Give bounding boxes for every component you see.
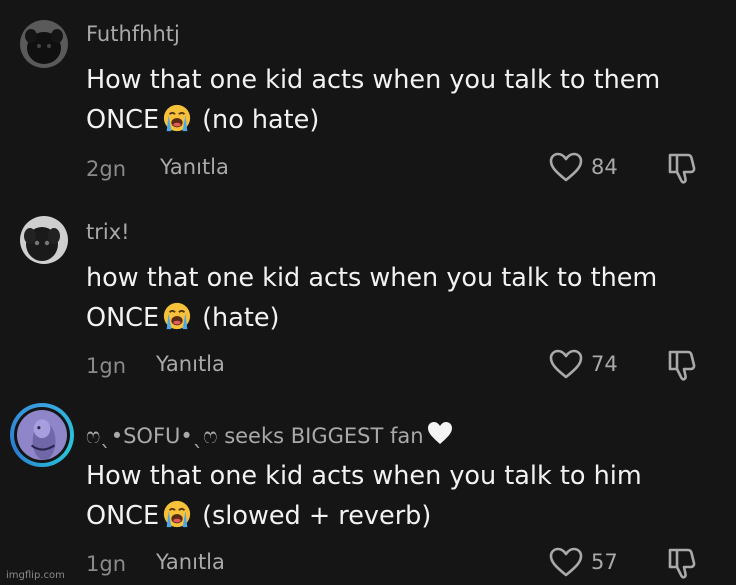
comment-word: ONCE: [86, 105, 160, 135]
dislike-button[interactable]: [664, 546, 700, 580]
reply-button[interactable]: Yanıtla: [160, 155, 229, 179]
comments-page: Futhfhhtj How that one kid acts when you…: [0, 0, 736, 585]
dislike-button[interactable]: [664, 151, 700, 185]
username-text: ෆˎ•SOFU•ˎෆ seeks BIGGEST fan: [86, 424, 424, 448]
username[interactable]: ෆˎ•SOFU•ˎෆ seeks BIGGEST fan: [86, 420, 454, 449]
avatar-story-ring[interactable]: [10, 403, 74, 467]
avatar-ring-inner: [14, 407, 70, 463]
like-count: 84: [591, 155, 618, 179]
heart-outline-icon: [549, 547, 583, 577]
comment-word: (no hate): [202, 105, 320, 135]
reply-button[interactable]: Yanıtla: [156, 550, 225, 574]
avatar: [17, 410, 67, 460]
heart-outline-icon: [549, 152, 583, 182]
loudly-crying-face-icon: [163, 302, 191, 330]
thumbs-down-icon: [668, 350, 696, 381]
comment-text: How that one kid acts when you talk to h…: [86, 456, 726, 536]
like-count: 74: [591, 352, 618, 376]
comment-word: ONCE: [86, 501, 160, 531]
heart-outline-icon: [549, 349, 583, 379]
comment-word: (hate): [202, 303, 280, 333]
loudly-crying-face-icon: [163, 500, 191, 528]
username[interactable]: Futhfhhtj: [86, 22, 180, 46]
white-heart-icon: [427, 422, 452, 444]
like-button[interactable]: 84: [548, 150, 618, 184]
avatar[interactable]: [20, 216, 68, 264]
thumbs-down-icon: [668, 153, 696, 184]
timestamp: 1gn: [86, 354, 127, 378]
thumbs-down-icon: [668, 548, 696, 579]
like-button[interactable]: 74: [548, 347, 618, 381]
watermark: imgflip.com: [6, 570, 65, 581]
like-count: 57: [591, 550, 618, 574]
comment-word: (slowed + reverb): [202, 501, 432, 531]
avatar[interactable]: [20, 20, 68, 68]
comment-line: ONCE (hate): [86, 298, 726, 338]
comment-line: ONCE (slowed + reverb): [86, 496, 726, 536]
dislike-button[interactable]: [664, 348, 700, 382]
comment-text: How that one kid acts when you talk to t…: [86, 60, 726, 140]
like-button[interactable]: 57: [548, 545, 618, 579]
comment-line: ONCE (no hate): [86, 100, 726, 140]
comment-line: How that one kid acts when you talk to h…: [86, 461, 642, 491]
comment-text: how that one kid acts when you talk to t…: [86, 258, 726, 338]
reply-button[interactable]: Yanıtla: [156, 352, 225, 376]
timestamp: 2gn: [86, 157, 127, 181]
comment-word: ONCE: [86, 303, 160, 333]
timestamp: 1gn: [86, 552, 127, 576]
comment-line: How that one kid acts when you talk to t…: [86, 65, 661, 95]
username[interactable]: trix!: [86, 220, 130, 244]
loudly-crying-face-icon: [163, 104, 191, 132]
comment-line: how that one kid acts when you talk to t…: [86, 263, 658, 293]
